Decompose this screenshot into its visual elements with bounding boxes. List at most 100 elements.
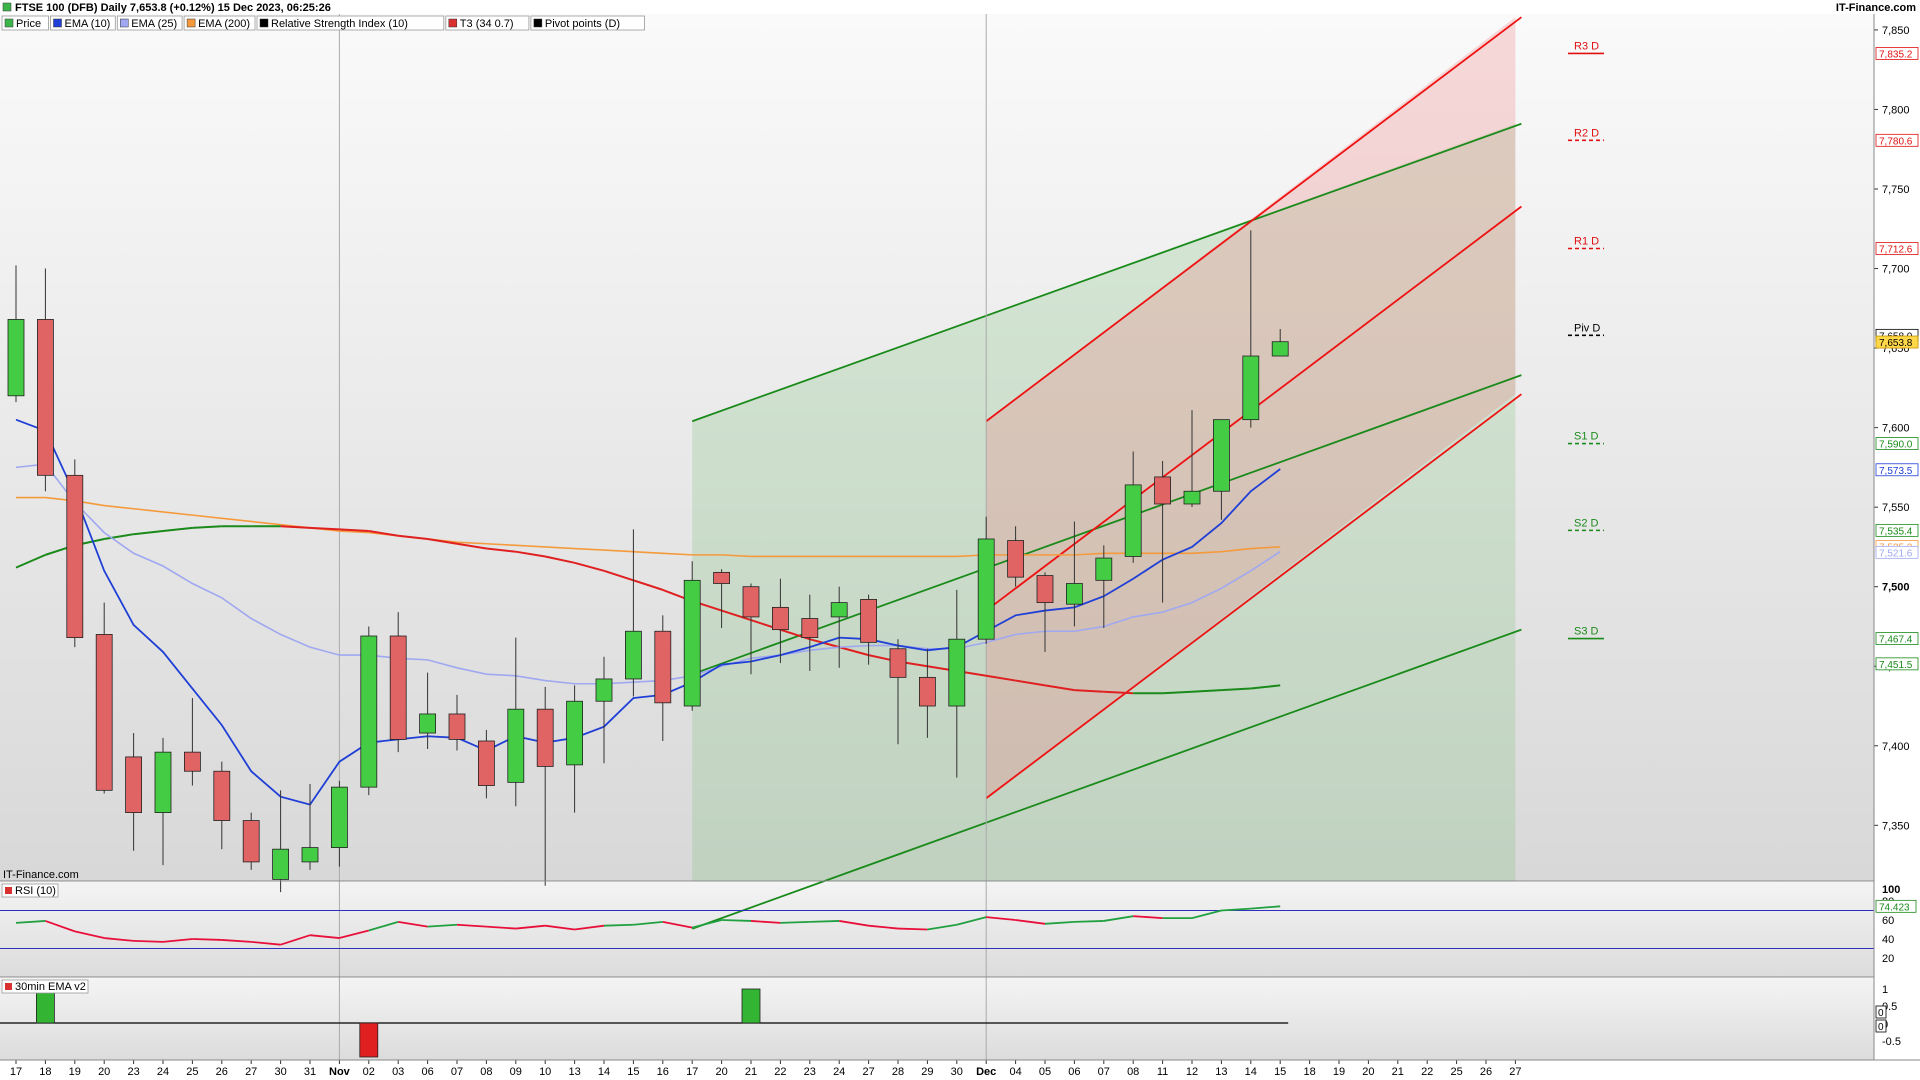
x-tick-label: 31 — [304, 1066, 316, 1078]
rsi-badge: 74.423 — [1879, 902, 1910, 913]
badge-value-6: 7,573.5 — [1879, 466, 1913, 477]
rsi-segment — [897, 927, 928, 931]
x-tick-label: 21 — [1392, 1066, 1404, 1078]
x-tick-label: 26 — [216, 1066, 228, 1078]
candle-body — [772, 606, 789, 631]
candle-body — [1271, 341, 1289, 357]
candle-body — [566, 700, 583, 766]
candle-body — [1124, 484, 1142, 557]
rsi-tick-2: 60 — [1882, 915, 1894, 927]
x-tick-label: 28 — [892, 1066, 904, 1078]
x-tick-label: 02 — [363, 1066, 375, 1078]
x-tick-label: 10 — [539, 1066, 551, 1078]
legend-label-4: Relative Strength Index (10) — [271, 18, 408, 30]
x-tick-label: 12 — [1186, 1066, 1198, 1078]
x-tick-label: Nov — [329, 1066, 351, 1078]
badge-value-7: 7,535.4 — [1879, 526, 1913, 537]
ema30-panel-bg — [0, 978, 1874, 1060]
candle-body — [595, 678, 613, 702]
y-tick-label-9: 7,400 — [1882, 741, 1910, 753]
ema30-title: 30min EMA v2 — [15, 981, 86, 993]
badge-value-9: 7,521.6 — [1879, 548, 1913, 559]
candle-body — [242, 820, 260, 863]
ema30-badge-1: 0 — [1878, 1022, 1884, 1033]
x-tick-label: 20 — [1362, 1066, 1374, 1078]
legend-label-5: T3 (34 0.7) — [460, 18, 514, 30]
candle-body — [1183, 490, 1201, 505]
candle-body — [683, 579, 701, 707]
candle-body — [477, 740, 495, 786]
rsi-segment — [809, 920, 840, 923]
y-tick-label-1: 7,800 — [1882, 104, 1910, 116]
x-tick-label: 25 — [1450, 1066, 1462, 1078]
chart-header-title: FTSE 100 (DFB) Daily 7,653.8 (+0.12%) 15… — [15, 2, 331, 14]
legend-label-6: Pivot points (D) — [545, 18, 620, 30]
rsi-title: RSI (10) — [15, 885, 56, 897]
x-tick-label: 09 — [510, 1066, 522, 1078]
x-tick-label: 20 — [98, 1066, 110, 1078]
candle-body — [66, 474, 84, 639]
x-tick-label: 11 — [1157, 1066, 1168, 1078]
ema30-bar-1 — [359, 1022, 379, 1058]
candle-body — [536, 708, 554, 767]
brand-label: IT-Finance.com — [1836, 2, 1916, 14]
x-tick-label: 15 — [1274, 1066, 1286, 1078]
badge-value-2: 7,712.6 — [1879, 244, 1913, 255]
rsi-segment — [192, 938, 222, 941]
candle-body — [213, 770, 231, 821]
candle-body — [1213, 419, 1230, 492]
legend-label-1: EMA (10) — [65, 18, 111, 30]
x-tick-label: 04 — [1009, 1066, 1021, 1078]
legend-swatch-0 — [4, 18, 14, 28]
x-tick-label: 07 — [451, 1066, 463, 1078]
legend-swatch-4 — [259, 18, 269, 28]
candle-body — [860, 599, 877, 643]
x-tick-label: 13 — [1215, 1066, 1227, 1078]
x-tick-label: 23 — [804, 1066, 816, 1078]
y-tick-label-6: 7,550 — [1882, 502, 1910, 514]
legend-label-2: EMA (25) — [131, 18, 177, 30]
pivot-label-5: S2 D — [1574, 517, 1599, 529]
rsi-segment — [133, 940, 164, 943]
y-tick-label-0: 7,850 — [1882, 25, 1910, 37]
pivot-label-6: S3 D — [1574, 626, 1599, 638]
candle-body — [154, 751, 172, 813]
pivot-label-1: R2 D — [1574, 127, 1599, 139]
x-tick-label: 14 — [1245, 1066, 1257, 1078]
legend-swatch-2 — [120, 18, 129, 28]
badge-value-5: 7,590.0 — [1879, 440, 1913, 451]
candle-body — [183, 751, 201, 772]
header-icon — [2, 2, 12, 12]
x-tick-label: 08 — [480, 1066, 492, 1078]
chart-root: R3 D R2 D R1 D Piv D S1 D S2 D S3 D 7,850 7,800… — [0, 0, 1920, 1080]
candle-body — [507, 708, 525, 783]
x-tick-label: 06 — [421, 1066, 433, 1078]
rsi-segment — [780, 921, 810, 924]
rsi-panel-bg — [0, 882, 1874, 977]
legend-label-3: EMA (200) — [198, 18, 250, 30]
candle-body — [272, 848, 290, 880]
candle-body — [389, 635, 407, 740]
y-tick-label-7: 7,500 — [1882, 582, 1910, 594]
x-tick-label: 07 — [1098, 1066, 1110, 1078]
x-tick-label: 23 — [127, 1066, 139, 1078]
candle-body — [7, 319, 25, 397]
candle-body — [977, 538, 995, 640]
candle-body — [713, 571, 730, 584]
y-tick-label-10: 7,350 — [1882, 820, 1910, 832]
ema30-badge-0: 0 — [1878, 1008, 1884, 1019]
ema30-tick-3: -0.5 — [1882, 1036, 1901, 1048]
rsi-segment — [721, 919, 752, 922]
candle-body — [1095, 557, 1113, 581]
rsi-tick-4: 20 — [1882, 953, 1894, 965]
rsi-tick-3: 40 — [1882, 934, 1894, 946]
candle-body — [830, 602, 848, 618]
rsi-title-swatch — [5, 887, 12, 894]
pivot-label-3: Piv D — [1574, 322, 1600, 334]
pivot-label-4: S1 D — [1574, 431, 1599, 443]
candle-body — [919, 676, 936, 707]
x-tick-label: 08 — [1127, 1066, 1139, 1078]
x-tick-label: 22 — [774, 1066, 786, 1078]
x-tick-label: 27 — [862, 1066, 874, 1078]
x-tick-label: 21 — [745, 1066, 757, 1078]
